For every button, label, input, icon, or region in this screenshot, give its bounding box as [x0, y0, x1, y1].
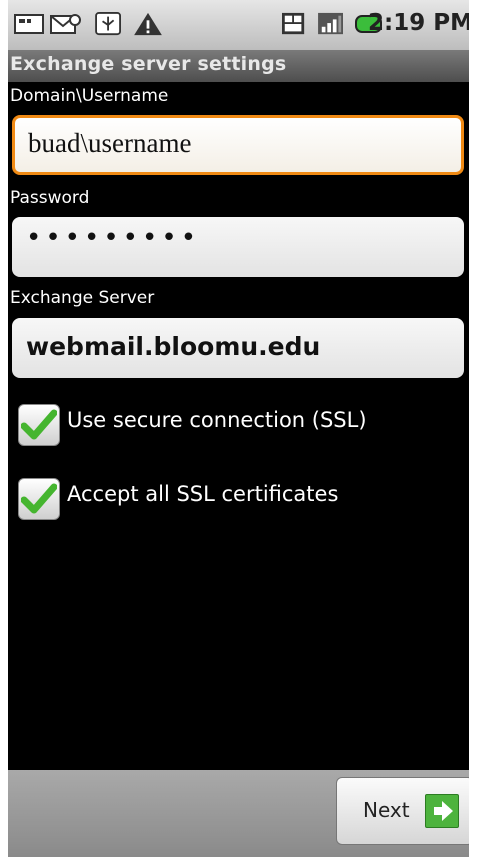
ssl-checkbox-row[interactable]: Use secure connection (SSL)	[12, 400, 452, 450]
domain-username-label: Domain\Username	[10, 86, 169, 106]
checkmark-icon	[21, 409, 57, 440]
next-button[interactable]: Next	[336, 777, 474, 845]
bottom-bar: Next	[0, 770, 477, 857]
keyboard-icon	[14, 14, 44, 34]
password-field[interactable]: •••••••••	[12, 217, 464, 277]
exchange-server-value: webmail.bloomu.edu	[26, 332, 321, 361]
status-bar: 2:19 PM	[0, 0, 477, 50]
page-title: Exchange server settings	[10, 53, 287, 75]
next-button-label: Next	[363, 798, 410, 822]
exchange-server-label: Exchange Server	[10, 288, 155, 308]
accept-certificates-label: Accept all SSL certificates	[67, 482, 339, 506]
password-value: •••••••••	[26, 223, 201, 253]
clock: 2:19 PM	[368, 10, 473, 36]
title-bar: Exchange server settings	[0, 50, 477, 82]
exchange-server-field[interactable]: webmail.bloomu.edu	[12, 318, 464, 378]
warning-icon	[134, 12, 162, 36]
ssl-checkbox[interactable]	[18, 404, 60, 446]
ssl-label: Use secure connection (SSL)	[67, 408, 367, 432]
checkmark-icon	[21, 483, 57, 514]
email-notification-icon	[50, 14, 81, 34]
accept-certificates-checkbox[interactable]	[18, 478, 60, 520]
password-label: Password	[10, 188, 90, 208]
arrow-right-icon	[425, 794, 459, 828]
network-3g-icon	[282, 12, 305, 35]
domain-username-value: buad\username	[28, 128, 192, 158]
usb-icon	[95, 12, 121, 36]
accept-certificates-checkbox-row[interactable]: Accept all SSL certificates	[12, 474, 452, 524]
domain-username-field[interactable]: buad\username	[12, 115, 464, 175]
signal-strength-icon	[318, 12, 343, 35]
